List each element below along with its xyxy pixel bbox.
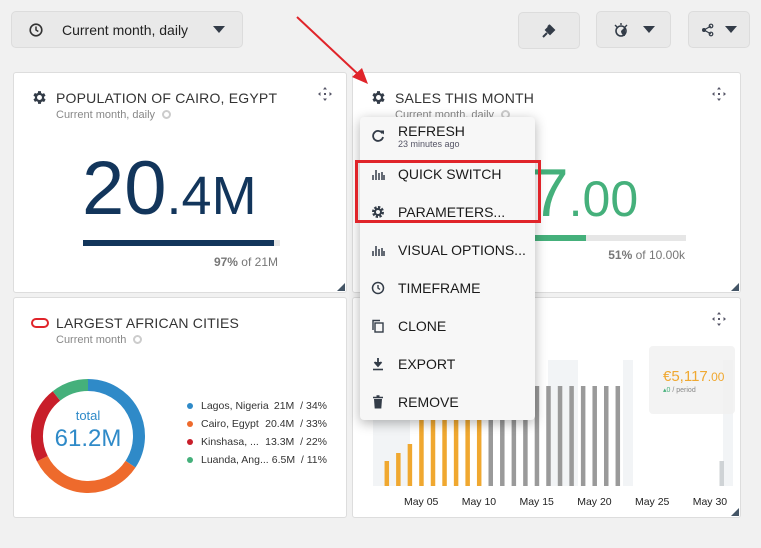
- bar[interactable]: [546, 386, 551, 486]
- widget-type-icon: [31, 318, 49, 328]
- legend-swatch: [187, 439, 193, 445]
- bar[interactable]: [719, 461, 725, 486]
- bar[interactable]: [569, 386, 574, 486]
- x-tick-label: May 05: [404, 496, 439, 508]
- theme-button[interactable]: [596, 11, 671, 48]
- gear-icon[interactable]: [31, 89, 48, 106]
- progress-fill: [83, 240, 275, 246]
- plug-icon: [542, 23, 556, 38]
- x-tick-label: May 30: [693, 496, 728, 508]
- plug-button[interactable]: [518, 12, 580, 49]
- bar[interactable]: [592, 386, 597, 486]
- bar[interactable]: [384, 461, 390, 486]
- menu-item-refresh[interactable]: REFRESH 23 minutes ago: [360, 121, 535, 151]
- menu-item-remove[interactable]: REMOVE: [360, 387, 535, 417]
- trash-icon: [373, 395, 383, 409]
- widget-subtitle: Current month, daily: [56, 109, 156, 121]
- x-tick-label: May 15: [519, 496, 554, 508]
- donut-slice: [52, 379, 89, 401]
- gear-icon[interactable]: [370, 89, 387, 106]
- clock-icon: [371, 281, 385, 295]
- donut-slice: [36, 455, 136, 493]
- donut-center-value: 61.2M: [54, 425, 122, 452]
- resize-handle[interactable]: [731, 508, 739, 516]
- kpi-value: 20.4M: [82, 146, 257, 231]
- move-icon[interactable]: [712, 87, 726, 101]
- bar[interactable]: [407, 444, 413, 486]
- bar[interactable]: [396, 453, 401, 486]
- menu-item-export[interactable]: EXPORT: [360, 349, 535, 379]
- bar[interactable]: [615, 386, 621, 486]
- widget-title: SALES THIS MONTH: [395, 90, 535, 106]
- status-icon: [133, 335, 143, 344]
- copy-icon: [372, 319, 384, 333]
- bar[interactable]: [557, 386, 563, 486]
- timeframe-dropdown[interactable]: Current month, daily: [11, 11, 243, 48]
- legend-item: Lagos, Nigeria 21M / 34%: [187, 400, 337, 412]
- african-cities-widget: LARGEST AFRICAN CITIES Current month tot…: [13, 297, 347, 518]
- bar[interactable]: [580, 386, 586, 486]
- widget-title: LARGEST AFRICAN CITIES: [56, 315, 240, 331]
- theme-icon: [614, 22, 627, 37]
- legend-swatch: [187, 457, 193, 463]
- timeframe-label: Current month, daily: [62, 21, 189, 38]
- clock-icon: [29, 22, 43, 37]
- resize-handle[interactable]: [731, 283, 739, 291]
- menu-item-visual-options[interactable]: VISUAL OPTIONS...: [360, 235, 535, 265]
- menu-item-timeframe[interactable]: TIMEFRAME: [360, 273, 535, 303]
- donut-center-label: total: [75, 408, 101, 423]
- bar-chart-icon: [372, 246, 385, 256]
- highlight-box: [355, 160, 541, 223]
- refresh-icon: [372, 130, 384, 142]
- legend-item: Cairo, Egypt 20.4M / 33%: [187, 418, 337, 430]
- chevron-down-icon: [642, 26, 655, 33]
- legend-swatch: [187, 403, 193, 409]
- legend-swatch: [187, 421, 193, 427]
- share-icon: [702, 23, 714, 36]
- x-tick-label: May 10: [462, 496, 497, 508]
- refresh-timestamp: 23 minutes ago: [398, 139, 460, 149]
- legend-item: Luanda, Ang... 6.5M / 11%: [187, 454, 337, 466]
- download-icon: [373, 358, 383, 371]
- period-band: [623, 360, 633, 486]
- status-icon: [162, 110, 172, 119]
- chart-tooltip: €5,117.00 ▴0 / period: [649, 346, 735, 414]
- resize-handle[interactable]: [337, 283, 345, 291]
- x-tick-label: May 25: [635, 496, 670, 508]
- cairo-population-widget: POPULATION OF CAIRO, EGYPT Current month…: [13, 72, 347, 293]
- bar[interactable]: [604, 386, 609, 486]
- chevron-down-icon: [213, 26, 225, 33]
- x-tick-label: May 20: [577, 496, 612, 508]
- widget-subtitle: Current month: [56, 334, 127, 346]
- move-icon[interactable]: [318, 87, 332, 101]
- menu-item-clone[interactable]: CLONE: [360, 311, 535, 341]
- legend-item: Kinshasa, ... 13.3M / 22%: [187, 436, 337, 448]
- bar[interactable]: [534, 386, 540, 486]
- chevron-down-icon: [725, 26, 737, 33]
- widget-title: POPULATION OF CAIRO, EGYPT: [56, 90, 278, 106]
- progress-bar: [83, 240, 280, 246]
- share-button[interactable]: [688, 11, 750, 48]
